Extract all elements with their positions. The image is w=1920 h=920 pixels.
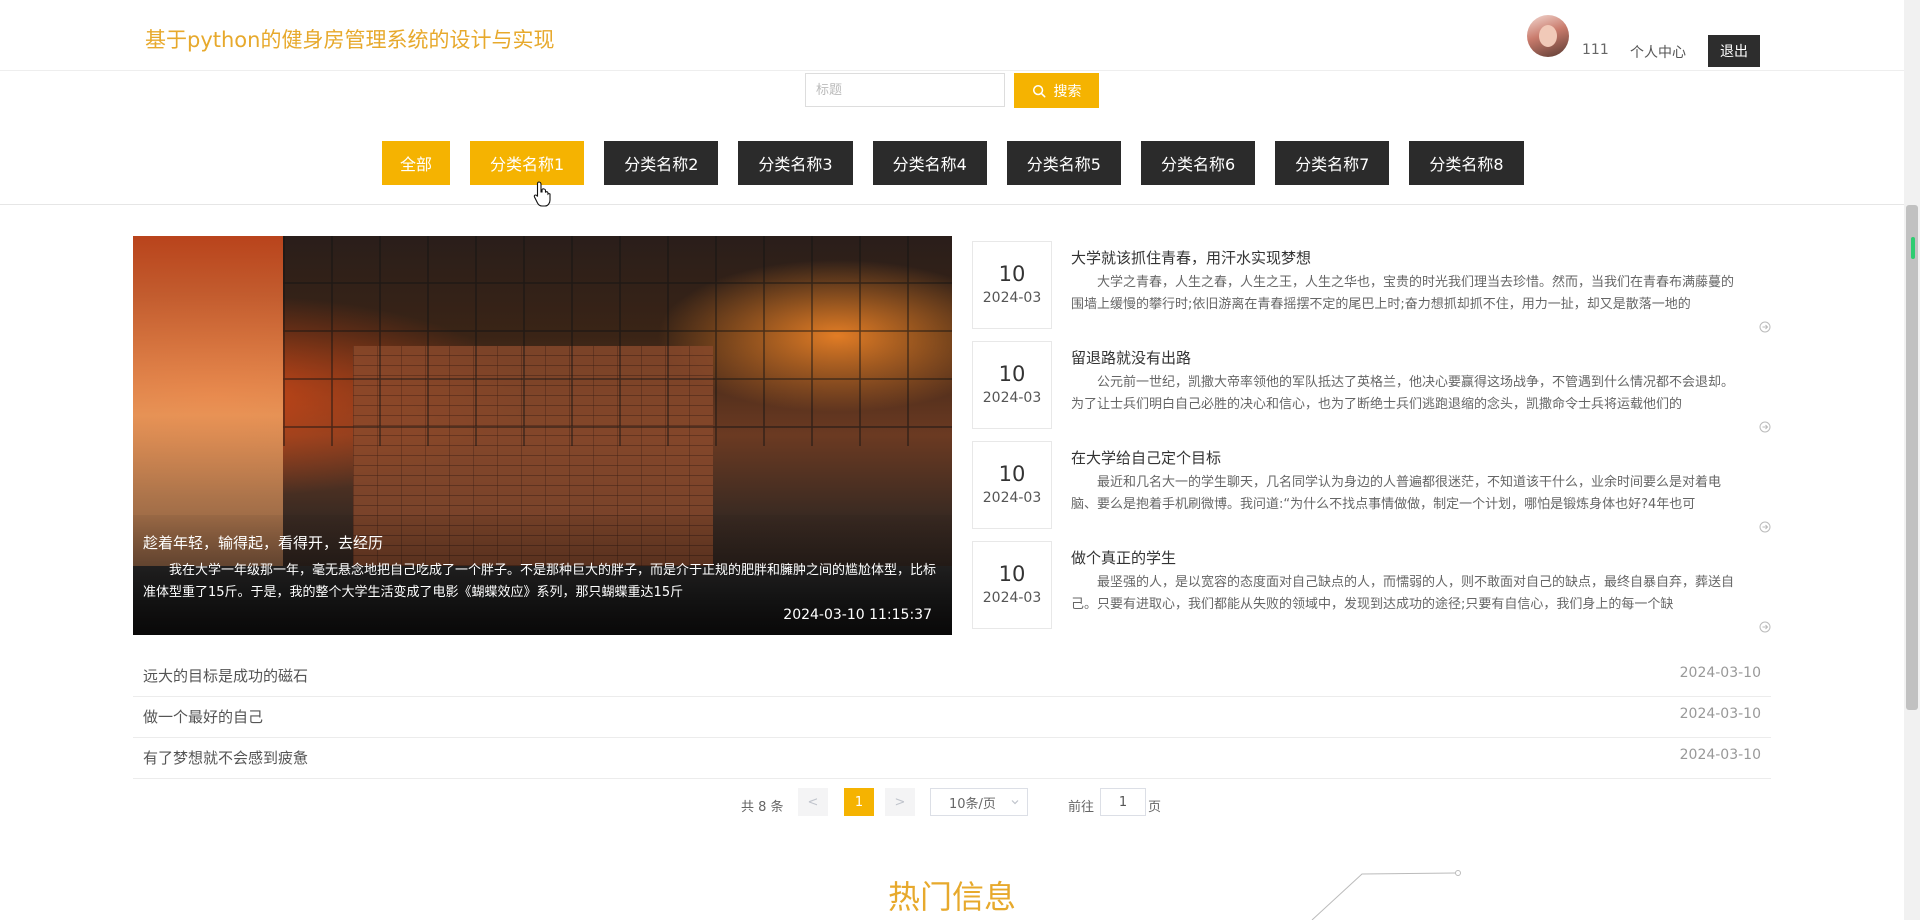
arrow-right-circle-icon[interactable] (1759, 521, 1771, 533)
avatar[interactable] (1527, 15, 1569, 57)
list-item-date: 2024-03-10 (1679, 747, 1761, 763)
news-description: 大学之青春，人生之春，人生之王，人生之华也，宝贵的时光我们理当去珍惜。然而，当我… (1071, 275, 1735, 312)
search-input[interactable] (805, 73, 1005, 107)
pagination-page-label: 页 (1148, 800, 1162, 815)
news-item[interactable]: 10 2024-03 做个真正的学生 最坚强的人，是以宽容的态度面对自己缺点的人… (972, 537, 1772, 633)
top-navbar: 基于python的健身房管理系统的设计与实现 111 个人中心 退出 (0, 0, 1904, 71)
category-tab-7[interactable]: 分类名称7 (1275, 141, 1390, 185)
news-date-box: 10 2024-03 (972, 441, 1052, 529)
chevron-down-icon (1011, 800, 1019, 805)
featured-title: 趁着年轻，输得起，看得开，去经历 (143, 534, 384, 552)
logout-button[interactable]: 退出 (1708, 35, 1760, 67)
list-item[interactable]: 远大的目标是成功的磁石 2024-03-10 (133, 655, 1771, 697)
category-tab-1[interactable]: 分类名称1 (470, 141, 585, 185)
news-year-month: 2024-03 (982, 390, 1042, 406)
news-day: 10 (998, 562, 1026, 586)
featured-article[interactable]: 趁着年轻，输得起，看得开，去经历 我在大学一年级那一年，毫无悬念地把自己吃成了一… (133, 236, 952, 635)
list-item-date: 2024-03-10 (1679, 665, 1761, 681)
news-title[interactable]: 在大学给自己定个目标 (1071, 447, 1221, 468)
list-item-date: 2024-03-10 (1679, 706, 1761, 722)
arrow-right-circle-icon[interactable] (1759, 321, 1771, 333)
decorative-line-icon (1311, 870, 1461, 920)
news-description: 最近和几名大一的学生聊天，几名同学认为身边的人普遍都很迷茫，不知道该干什么，业余… (1071, 475, 1722, 512)
news-item[interactable]: 10 2024-03 在大学给自己定个目标 最近和几名大一的学生聊天，几名同学认… (972, 437, 1772, 533)
section-divider (0, 204, 1904, 205)
search-icon (1032, 84, 1045, 97)
news-date-box: 10 2024-03 (972, 541, 1052, 629)
pagination-goto-label: 前往 (1068, 800, 1095, 815)
news-day: 10 (998, 462, 1026, 486)
list-item-title[interactable]: 做一个最好的自己 (143, 706, 263, 727)
pagination-prev-button[interactable]: < (798, 788, 828, 816)
news-description: 最坚强的人，是以宽容的态度面对自己缺点的人，而懦弱的人，则不敢面对自己的缺点，最… (1071, 575, 1735, 612)
category-tab-3[interactable]: 分类名称3 (738, 141, 853, 185)
category-tab-2[interactable]: 分类名称2 (604, 141, 719, 185)
category-tab-8[interactable]: 分类名称8 (1409, 141, 1524, 185)
site-title: 基于python的健身房管理系统的设计与实现 (145, 28, 555, 52)
pagination-page-1[interactable]: 1 (844, 788, 874, 816)
list-item-title[interactable]: 远大的目标是成功的磁石 (143, 665, 308, 686)
username: 111 (1582, 42, 1609, 58)
news-year-month: 2024-03 (982, 290, 1042, 306)
hot-info-title: 热门信息 (888, 878, 1017, 916)
news-description: 公元前一世纪，凯撒大帝率领他的军队抵达了英格兰，他决心要赢得这场战争，不管遇到什… (1071, 375, 1735, 412)
search-button[interactable]: 搜索 (1014, 73, 1099, 108)
featured-datetime: 2024-03-10 11:15:37 (783, 607, 932, 623)
hand-cursor-icon (533, 181, 551, 207)
personal-center-link[interactable]: 个人中心 (1630, 42, 1686, 62)
search-button-label: 搜索 (1053, 83, 1082, 100)
pagination-total: 共 8 条 (741, 800, 784, 815)
news-year-month: 2024-03 (982, 590, 1042, 606)
news-title[interactable]: 留退路就没有出路 (1071, 347, 1191, 368)
news-title[interactable]: 大学就该抓住青春，用汗水实现梦想 (1071, 247, 1311, 268)
news-title[interactable]: 做个真正的学生 (1071, 547, 1176, 568)
category-tab-5[interactable]: 分类名称5 (1006, 141, 1121, 185)
news-day: 10 (998, 362, 1026, 386)
category-tab-4[interactable]: 分类名称4 (872, 141, 987, 185)
hero-image-grid (283, 236, 952, 446)
list-item-title[interactable]: 有了梦想就不会感到疲惫 (143, 747, 308, 768)
category-tab-all[interactable]: 全部 (382, 141, 451, 185)
category-tabs: 全部 分类名称1 分类名称2 分类名称3 分类名称4 分类名称5 分类名称6 分… (382, 141, 1524, 185)
pagination-next-button[interactable]: > (885, 788, 915, 816)
page-size-value: 10条/页 (949, 796, 996, 812)
news-item[interactable]: 10 2024-03 大学就该抓住青春，用汗水实现梦想 大学之青春，人生之春，人… (972, 237, 1772, 333)
list-item[interactable]: 做一个最好的自己 2024-03-10 (133, 696, 1771, 738)
page-size-select[interactable]: 10条/页 (930, 788, 1028, 816)
news-year-month: 2024-03 (982, 490, 1042, 506)
news-date-box: 10 2024-03 (972, 341, 1052, 429)
arrow-right-circle-icon[interactable] (1759, 421, 1771, 433)
scrollbar-thumb[interactable] (1906, 205, 1918, 710)
news-item[interactable]: 10 2024-03 留退路就没有出路 公元前一世纪，凯撒大帝率领他的军队抵达了… (972, 337, 1772, 433)
featured-description: 我在大学一年级那一年，毫无悬念地把自己吃成了一个胖子。不是那种巨大的胖子，而是介… (143, 563, 937, 600)
news-date-box: 10 2024-03 (972, 241, 1052, 329)
scroll-indicator (1911, 237, 1915, 259)
category-tab-6[interactable]: 分类名称6 (1140, 141, 1256, 185)
news-day: 10 (998, 262, 1026, 286)
arrow-right-circle-icon[interactable] (1759, 621, 1771, 633)
pagination-goto-input[interactable] (1100, 788, 1146, 816)
list-item[interactable]: 有了梦想就不会感到疲惫 2024-03-10 (133, 737, 1771, 779)
